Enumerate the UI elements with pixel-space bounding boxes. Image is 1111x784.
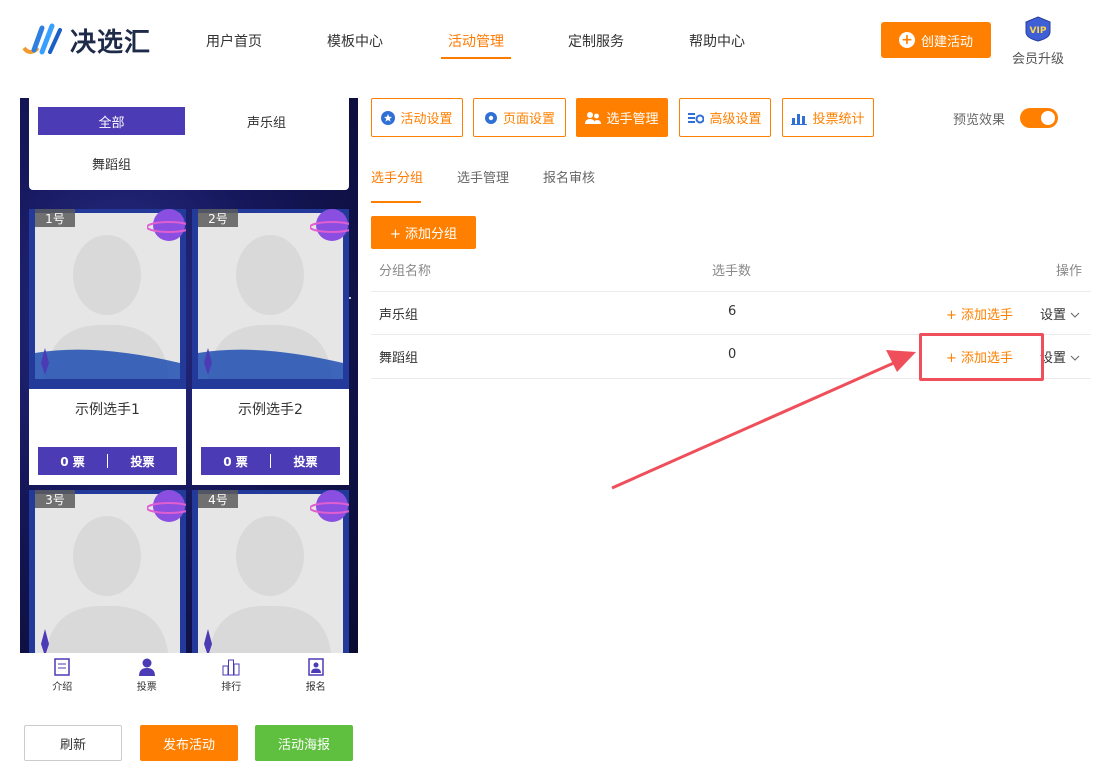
users-icon [585,111,602,124]
phone-nav-ranking[interactable]: 排行 [189,653,274,698]
settings-label: 设置 [1040,308,1067,323]
id-card-icon [308,658,324,676]
publish-button[interactable]: 发布活动 [140,725,238,761]
phone-nav-signup[interactable]: 报名 [274,653,359,698]
activity-settings-button[interactable]: 活动设置 [371,98,463,137]
candidate-card[interactable]: 3号 [29,490,186,653]
preview-effect-toggle[interactable] [1020,108,1058,128]
vote-statistics-button[interactable]: 投票统计 [782,98,874,137]
svg-text:VIP: VIP [1030,26,1047,36]
candidate-number: 2号 [198,209,238,227]
vip-upgrade[interactable]: VIP 会员升级 [1010,16,1066,67]
activity-settings-label: 活动设置 [400,112,453,127]
vip-badge-icon: VIP [1025,16,1051,42]
phone-nav-label: 报名 [305,682,326,693]
tab-signup-review[interactable]: 报名审核 [543,167,595,186]
page-settings-label: 页面设置 [502,112,555,127]
logo-text: 决选汇 [70,27,152,58]
phone-bottom-nav: 介绍 投票 排行 报名 [20,653,358,698]
row-settings-dropdown[interactable]: 设置 [1040,304,1080,323]
phone-nav-label: 投票 [136,682,157,693]
advanced-settings-label: 高级设置 [709,112,762,127]
vip-label: 会员升级 [1011,52,1064,67]
row-settings-dropdown[interactable]: 设置 [1040,347,1080,366]
planet-icon [310,209,349,241]
candidate-number: 3号 [35,490,75,508]
candidate-name: 示例选手1 [75,402,140,418]
nav-user-home[interactable]: 用户首页 [206,31,262,51]
create-activity-label: 创建活动 [920,34,973,50]
user-icon [138,658,155,676]
vote-button[interactable]: 投票 [108,453,177,470]
phone-nav-label: 介绍 [52,682,73,693]
candidate-number: 1号 [35,209,75,227]
group-tab-all[interactable]: 全部 [38,107,185,135]
column-header-group-name: 分组名称 [379,264,432,279]
planet-icon [147,490,186,522]
phone-nav-intro[interactable]: 介绍 [20,653,105,698]
group-filter-card: 全部 声乐组 舞蹈组 [29,98,349,190]
planet-icon [310,490,349,522]
document-icon [54,658,70,676]
poster-button[interactable]: 活动海报 [255,725,353,761]
player-management-label: 选手管理 [606,112,659,127]
star-circle-icon [381,110,396,125]
group-tab-vocal[interactable]: 声乐组 [247,112,286,131]
planet-icon [147,209,186,241]
phone-nav-label: 排行 [221,682,242,693]
refresh-button[interactable]: 刷新 [24,725,122,761]
phone-preview: 全部 声乐组 舞蹈组 1号 示例选手1 0 票 投票 2号 示例选手2 0 票 … [20,98,358,653]
bar-chart-icon [222,659,240,676]
vote-count: 0 票 [60,454,85,469]
logo-icon [22,23,62,55]
player-management-button[interactable]: 选手管理 [576,98,668,137]
group-tab-dance[interactable]: 舞蹈组 [92,154,131,173]
nav-custom-service[interactable]: 定制服务 [568,31,624,51]
preview-effect-label: 预览效果 [953,113,1006,128]
vote-count: 0 票 [223,454,248,469]
group-name-cell: 舞蹈组 [379,351,419,366]
page-settings-button[interactable]: 页面设置 [473,98,566,137]
nav-active-underline [441,57,511,59]
toggle-knob [1041,111,1055,125]
player-count-cell: 0 [728,347,737,362]
nav-help-center[interactable]: 帮助中心 [689,31,745,51]
nav-templates[interactable]: 模板中心 [327,31,383,51]
vote-bar[interactable]: 0 票 投票 [38,447,177,475]
create-activity-button[interactable]: + 创建活动 [881,22,991,58]
candidate-photo: 1号 [29,209,186,389]
table-divider [371,291,1091,292]
chevron-down-icon [1070,312,1080,318]
annotation-highlight-box [919,333,1044,381]
gear-icon [484,111,497,124]
candidate-number: 4号 [198,490,238,508]
advanced-settings-button[interactable]: 高级设置 [679,98,771,137]
phone-nav-vote[interactable]: 投票 [105,653,190,698]
player-count-cell: 6 [728,304,737,319]
add-player-button[interactable]: + 添加选手 [946,304,1013,323]
tab-player-groups[interactable]: 选手分组 [371,167,423,186]
candidate-photo: 3号 [29,490,186,653]
nav-activity-management[interactable]: 活动管理 [448,31,504,51]
logo[interactable]: 决选汇 [20,20,170,60]
group-name-cell: 声乐组 [379,308,419,323]
candidate-card[interactable]: 1号 示例选手1 0 票 投票 [29,209,186,485]
tab-player-management[interactable]: 选手管理 [457,167,509,186]
add-group-button[interactable]: + 添加分组 [371,216,476,249]
column-header-actions: 操作 [1056,264,1083,279]
candidate-card[interactable]: 4号 [192,490,349,653]
candidate-name: 示例选手2 [238,402,303,418]
bar-chart-icon [791,113,808,125]
plus-circle-icon: + [898,32,915,48]
vote-button[interactable]: 投票 [271,453,340,470]
column-header-player-count: 选手数 [712,264,752,279]
candidate-card[interactable]: 2号 示例选手2 0 票 投票 [192,209,349,485]
candidate-photo: 2号 [192,209,349,389]
vote-bar[interactable]: 0 票 投票 [201,447,340,475]
candidate-photo: 4号 [192,490,349,653]
vote-statistics-label: 投票统计 [812,112,865,127]
settings-list-icon [688,112,705,123]
subtab-active-underline [371,201,421,203]
chevron-down-icon [1070,355,1080,361]
